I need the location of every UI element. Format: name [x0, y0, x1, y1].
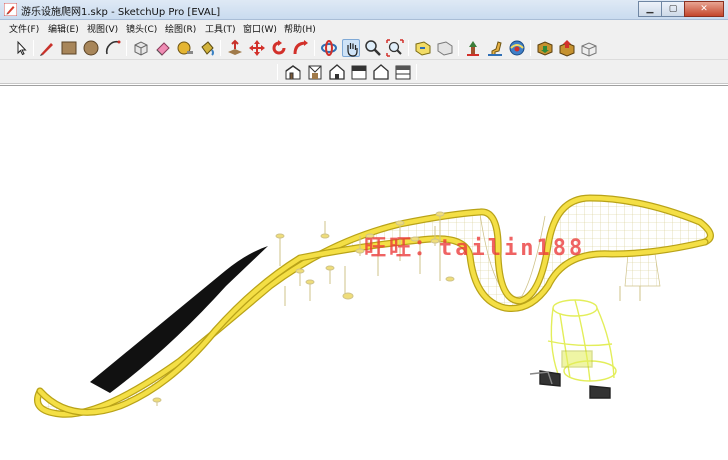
menu-help[interactable]: 帮助(H)	[284, 22, 316, 35]
get-models-icon[interactable]	[536, 39, 554, 57]
toolbar-separator	[408, 40, 409, 56]
menu-view[interactable]: 视图(V)	[87, 22, 118, 35]
window-controls: ▁ ▢ ✕	[638, 1, 724, 17]
views-toolbar	[0, 60, 728, 84]
previous-view-icon[interactable]	[414, 39, 432, 57]
zoom-extents-icon[interactable]	[386, 39, 404, 57]
right-view-icon[interactable]	[350, 63, 368, 81]
menu-edit[interactable]: 编辑(E)	[48, 22, 79, 35]
eraser-icon[interactable]	[154, 39, 172, 57]
push-pull-icon[interactable]	[226, 39, 244, 57]
zoom-icon[interactable]	[364, 39, 382, 57]
minimize-icon[interactable]: ▁	[638, 1, 662, 17]
select-arrow-icon[interactable]	[12, 39, 30, 57]
front-view-icon[interactable]	[328, 63, 346, 81]
model-canvas	[34, 194, 714, 418]
menu-window[interactable]: 窗口(W)	[243, 22, 277, 35]
toolbar-separator	[126, 40, 127, 56]
window-title: 游乐设施爬网1.skp - SketchUp Pro [EVAL]	[21, 7, 221, 18]
toolbar-separator	[530, 40, 531, 56]
toolbar-separator	[220, 40, 221, 56]
look-around-icon[interactable]	[508, 39, 526, 57]
main-toolbar	[0, 36, 728, 60]
toolbar-separator	[416, 64, 417, 80]
make-component-icon[interactable]	[132, 39, 150, 57]
share-model-icon[interactable]	[558, 39, 576, 57]
menu-draw[interactable]: 绘图(R)	[165, 22, 196, 35]
paint-bucket-icon[interactable]	[198, 39, 216, 57]
toolbar-separator	[33, 40, 34, 56]
menu-tools[interactable]: 工具(T)	[205, 22, 236, 35]
share-component-icon[interactable]	[580, 39, 598, 57]
move-icon[interactable]	[248, 39, 266, 57]
menu-bar: 文件(F) 编辑(E) 视图(V) 镜头(C) 绘图(R) 工具(T) 窗口(W…	[0, 20, 728, 36]
menu-camera[interactable]: 镜头(C)	[126, 22, 157, 35]
rotate-icon[interactable]	[270, 39, 288, 57]
orbit-icon[interactable]	[320, 39, 338, 57]
title-bar[interactable]: 游乐设施爬网1.skp - SketchUp Pro [EVAL] ▁ ▢ ✕	[0, 0, 728, 20]
circle-icon[interactable]	[82, 39, 100, 57]
back-view-icon[interactable]	[372, 63, 390, 81]
left-view-icon[interactable]	[394, 63, 412, 81]
rectangle-icon[interactable]	[60, 39, 78, 57]
toolbar-separator	[314, 40, 315, 56]
walk-icon[interactable]	[486, 39, 504, 57]
top-view-icon[interactable]	[306, 63, 324, 81]
maximize-icon[interactable]: ▢	[661, 1, 685, 17]
arc-icon[interactable]	[104, 39, 122, 57]
position-camera-icon[interactable]	[464, 39, 482, 57]
pencil-line-icon[interactable]	[38, 39, 56, 57]
swing-cage[interactable]	[529, 299, 617, 399]
menu-file[interactable]: 文件(F)	[9, 22, 39, 35]
drawing-viewport[interactable]: 旺旺：tailin188	[0, 85, 728, 460]
sketchup-window: 游乐设施爬网1.skp - SketchUp Pro [EVAL] ▁ ▢ ✕ …	[0, 0, 728, 460]
watermark-text: 旺旺：tailin188	[364, 236, 586, 261]
follow-me-icon[interactable]	[292, 39, 310, 57]
toolbar-separator	[458, 40, 459, 56]
sketchup-pencil-icon	[4, 3, 17, 16]
pan-hand-icon[interactable]	[342, 39, 360, 57]
close-icon[interactable]: ✕	[684, 1, 724, 17]
tape-measure-icon[interactable]	[176, 39, 194, 57]
iso-view-icon[interactable]	[284, 63, 302, 81]
toolbar-separator	[277, 64, 278, 80]
next-view-icon[interactable]	[436, 39, 454, 57]
